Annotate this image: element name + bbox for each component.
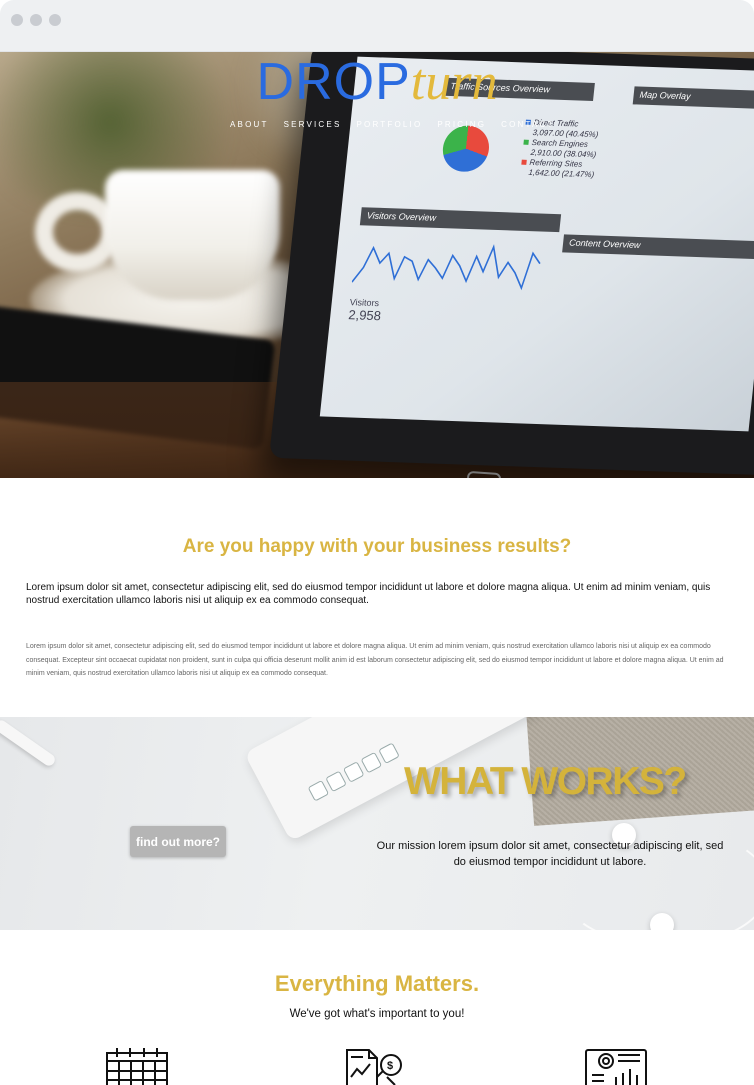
legend-label: Referring Sites	[529, 157, 583, 169]
keyboard-key	[307, 779, 330, 802]
window-dot-close[interactable]	[11, 14, 23, 26]
logo-part-drop: DROP	[256, 53, 411, 111]
logo-part-turn: turn	[410, 54, 498, 111]
band-pen	[0, 718, 58, 768]
svg-text:$: $	[387, 1060, 393, 1072]
legend-swatch	[523, 139, 529, 145]
screen-visitors: Visitors 2,958	[348, 297, 383, 323]
nav-portfolio[interactable]: PORTFOLIO	[356, 120, 422, 129]
find-out-more-button[interactable]: find out more?	[130, 826, 226, 857]
intro-title: Are you happy with your business results…	[182, 536, 572, 557]
visitors-value: 2,958	[347, 307, 382, 324]
nav-services[interactable]: SERVICES	[284, 120, 342, 129]
main-nav: ABOUT SERVICES PORTFOLIO PRICING CONTACT	[230, 120, 555, 129]
what-works-band	[0, 717, 754, 930]
calendar-icon	[106, 1048, 168, 1085]
nav-contact[interactable]: CONTACT	[501, 120, 554, 129]
nav-about[interactable]: ABOUT	[230, 120, 269, 129]
what-works-title: WHAT WORKS?	[404, 760, 687, 803]
invoice-icon: $	[346, 1049, 402, 1085]
hero-coffee-cup	[105, 170, 280, 300]
browser-chrome	[0, 0, 754, 52]
screen-panel-content: Content Overview	[562, 234, 754, 260]
site-logo[interactable]: DROPturn	[0, 52, 754, 113]
keyboard-key	[360, 751, 383, 774]
legend-swatch	[521, 159, 527, 165]
mission-text: Our mission lorem ipsum dolor sit amet, …	[376, 840, 724, 868]
analytics-report-icon	[585, 1049, 647, 1085]
everything-matters-title: Everything Matters.	[274, 971, 480, 996]
hero-banner: Traffic Sources Overview Map Overlay Dir…	[0, 52, 754, 478]
screen-line-chart	[351, 244, 541, 291]
legend-detail: 1,642.00 (21.47%)	[528, 167, 595, 180]
window-dot-minimize[interactable]	[30, 14, 42, 26]
intro-lead: Lorem ipsum dolor sit amet, consectetur …	[26, 582, 711, 606]
screen-pie-chart	[440, 124, 492, 173]
keyboard-key	[342, 761, 365, 783]
everything-matters-subtitle: We've got what's important to you!	[289, 1008, 465, 1020]
tablet-home-button	[466, 470, 502, 478]
window-dot-maximize[interactable]	[49, 14, 61, 26]
intro-body: Lorem ipsum dolor sit amet, consectetur …	[26, 643, 724, 677]
keyboard-key	[325, 770, 347, 793]
nav-pricing[interactable]: PRICING	[437, 120, 486, 129]
screen-panel-visitors: Visitors Overview	[359, 207, 562, 233]
keyboard-key	[378, 742, 400, 765]
